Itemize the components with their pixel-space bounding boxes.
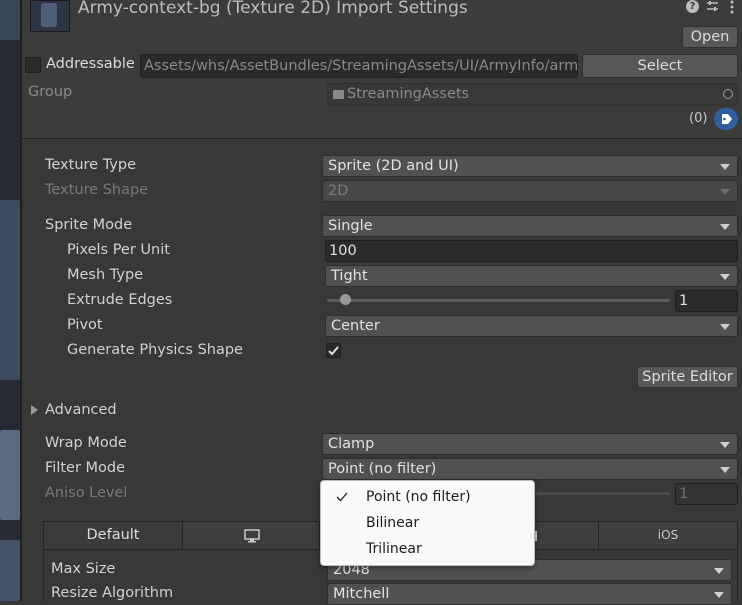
menu-item-bilinear[interactable]: Bilinear	[321, 510, 534, 536]
chevron-down-icon	[720, 164, 730, 170]
pivot-label: Pivot	[67, 317, 103, 333]
kebab-menu-icon[interactable]	[728, 0, 736, 14]
max-size-label: Max Size	[51, 561, 116, 577]
scene-fragment	[0, 0, 20, 40]
menu-item-label: Point (no filter)	[366, 489, 471, 505]
chevron-down-icon	[720, 467, 730, 473]
sprite-mode-value: Single	[328, 218, 373, 234]
mesh-type-label: Mesh Type	[67, 267, 144, 283]
tab-default[interactable]: Default	[44, 522, 183, 549]
extrude-edges-slider[interactable]	[327, 299, 670, 302]
open-button[interactable]: Open	[682, 26, 738, 48]
pixels-per-unit-field[interactable]: 100	[325, 240, 738, 262]
target-icon[interactable]	[723, 89, 733, 99]
pivot-dropdown[interactable]: Center	[325, 315, 738, 337]
menu-item-trilinear[interactable]: Trilinear	[321, 536, 534, 562]
pixels-per-unit-label: Pixels Per Unit	[67, 242, 170, 258]
chevron-down-icon	[720, 224, 730, 230]
aniso-level-label: Aniso Level	[45, 485, 128, 501]
texture-shape-label: Texture Shape	[45, 182, 149, 198]
group-value: StreamingAssets	[347, 86, 470, 102]
filter-mode-dropdown[interactable]: Point (no filter)	[322, 458, 738, 480]
filter-mode-value: Point (no filter)	[328, 461, 437, 477]
wrap-mode-dropdown[interactable]: Clamp	[322, 433, 738, 455]
inspector-title: Army-context-bg (Texture 2D) Import Sett…	[78, 0, 468, 18]
menu-item-label: Trilinear	[366, 541, 422, 557]
texture-shape-value: 2D	[328, 183, 349, 199]
texture-shape-dropdown: 2D	[322, 180, 738, 202]
monitor-icon	[244, 529, 260, 543]
tab-standalone[interactable]	[183, 522, 320, 549]
chevron-down-icon	[720, 274, 730, 280]
extrude-edges-label: Extrude Edges	[67, 292, 173, 308]
resize-algorithm-value: Mitchell	[333, 586, 390, 602]
texture-type-label: Texture Type	[45, 157, 136, 173]
addressable-checkbox[interactable]	[25, 57, 41, 73]
scene-fragment	[0, 200, 20, 380]
header-divider	[22, 138, 742, 139]
aniso-level-slider	[534, 492, 670, 495]
texture-thumbnail	[30, 0, 70, 32]
chevron-down-icon	[720, 324, 730, 330]
sprite-mode-label: Sprite Mode	[45, 217, 133, 233]
sprite-editor-button[interactable]: Sprite Editor	[637, 366, 738, 388]
chevron-down-icon	[720, 442, 730, 448]
generate-physics-label: Generate Physics Shape	[67, 342, 243, 358]
tab-ios[interactable]: iOS	[599, 522, 737, 549]
group-field[interactable]: StreamingAssets	[327, 83, 738, 106]
scene-view-edge	[0, 0, 20, 601]
wrap-mode-label: Wrap Mode	[45, 435, 127, 451]
label-count: (0)	[689, 111, 708, 126]
extrude-edges-slider-thumb[interactable]	[340, 294, 352, 305]
menu-item-label: Bilinear	[366, 515, 420, 531]
sliders-icon[interactable]	[706, 0, 719, 13]
checkmark-icon	[336, 492, 348, 502]
resize-algorithm-label: Resize Algorithm	[51, 585, 174, 601]
group-label: Group	[28, 84, 73, 100]
filter-mode-menu: Point (no filter) Bilinear Trilinear	[320, 480, 535, 566]
menu-item-point[interactable]: Point (no filter)	[321, 484, 534, 510]
scene-fragment	[0, 430, 20, 520]
foldout-arrow-icon[interactable]	[31, 405, 38, 415]
extrude-edges-field[interactable]: 1	[675, 290, 738, 312]
help-icon[interactable]: ?	[686, 0, 699, 13]
chevron-down-icon	[720, 189, 730, 195]
mesh-type-dropdown[interactable]: Tight	[325, 265, 738, 287]
texture-type-value: Sprite (2D and UI)	[328, 158, 459, 174]
addressable-label: Addressable	[46, 56, 135, 72]
sprite-mode-dropdown[interactable]: Single	[322, 215, 738, 237]
folder-icon	[333, 90, 344, 99]
aniso-level-field: 1	[675, 483, 738, 505]
advanced-foldout[interactable]: Advanced	[45, 402, 117, 418]
pivot-value: Center	[331, 318, 380, 334]
chevron-down-icon	[714, 592, 724, 598]
wrap-mode-value: Clamp	[328, 436, 375, 452]
generate-physics-checkbox[interactable]	[326, 343, 341, 358]
chevron-down-icon	[714, 568, 724, 574]
address-field[interactable]: Assets/whs/AssetBundles/StreamingAssets/…	[140, 54, 578, 78]
scene-fragment	[0, 540, 20, 601]
select-button[interactable]: Select	[582, 54, 738, 78]
texture-type-dropdown[interactable]: Sprite (2D and UI)	[322, 155, 738, 177]
tag-icon[interactable]	[714, 108, 738, 130]
checkmark-icon	[328, 346, 339, 356]
mesh-type-value: Tight	[331, 268, 368, 284]
filter-mode-label: Filter Mode	[45, 460, 126, 476]
resize-algorithm-dropdown[interactable]: Mitchell	[327, 583, 732, 605]
